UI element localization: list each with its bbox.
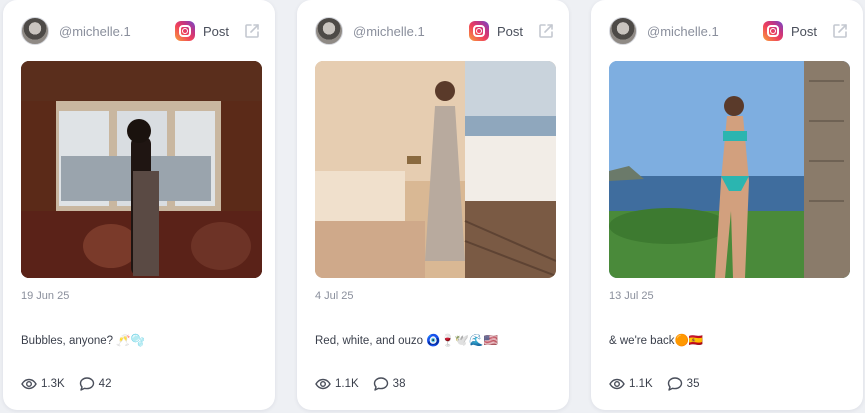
card-header: @michelle.1 Post xyxy=(609,16,849,46)
post-type-label: Post xyxy=(790,23,817,39)
views-stat: 1.1K xyxy=(315,376,359,392)
post-image[interactable] xyxy=(609,61,850,278)
comment-icon xyxy=(373,377,388,391)
post-image[interactable] xyxy=(315,61,556,278)
views-count: 1.3K xyxy=(41,378,65,390)
post-type-label: Post xyxy=(496,23,523,39)
username[interactable]: @michelle.1 xyxy=(353,24,469,39)
post-caption: Bubbles, anyone? 🥂🫧 xyxy=(21,335,145,347)
comments-stat: 35 xyxy=(667,376,700,392)
avatar xyxy=(21,17,49,45)
username[interactable]: @michelle.1 xyxy=(59,24,175,39)
post-date: 4 Jul 25 xyxy=(315,290,354,302)
post-stats: 1.1K 38 xyxy=(315,376,419,392)
username[interactable]: @michelle.1 xyxy=(647,24,763,39)
external-link-icon[interactable] xyxy=(243,22,261,40)
views-stat: 1.1K xyxy=(609,376,653,392)
post-caption: Red, white, and ouzo 🧿🍷🕊️🌊🇺🇸 xyxy=(315,335,498,347)
avatar xyxy=(315,17,343,45)
post-date: 13 Jul 25 xyxy=(609,290,654,302)
eye-icon xyxy=(21,378,37,390)
card-header: @michelle.1 Post xyxy=(315,16,555,46)
post-stats: 1.3K 42 xyxy=(21,376,125,392)
post-type-label: Post xyxy=(202,23,229,39)
views-stat: 1.3K xyxy=(21,376,65,392)
card-header: @michelle.1 Post xyxy=(21,16,261,46)
post-card[interactable]: @michelle.1 Post 19 Jun 25 Bubbles, anyo… xyxy=(3,0,275,410)
external-link-icon[interactable] xyxy=(537,22,555,40)
post-card[interactable]: @michelle.1 Post 13 Jul 25 & we're back🟠… xyxy=(591,0,863,410)
views-count: 1.1K xyxy=(629,378,653,390)
comment-icon xyxy=(667,377,682,391)
instagram-icon xyxy=(762,21,783,41)
post-card[interactable]: @michelle.1 Post 4 Jul 25 Red, white, an… xyxy=(297,0,569,410)
post-date: 19 Jun 25 xyxy=(21,290,70,302)
post-caption: & we're back🟠🇪🇸 xyxy=(609,335,704,347)
external-link-icon[interactable] xyxy=(831,22,849,40)
comments-count: 35 xyxy=(686,378,700,390)
comment-icon xyxy=(79,377,94,391)
instagram-icon xyxy=(174,21,195,41)
views-count: 1.1K xyxy=(335,378,359,390)
post-image[interactable] xyxy=(21,61,262,278)
instagram-icon xyxy=(468,21,489,41)
comments-stat: 38 xyxy=(373,376,406,392)
comments-stat: 42 xyxy=(79,376,112,392)
avatar xyxy=(609,17,637,45)
comments-count: 42 xyxy=(98,378,112,390)
eye-icon xyxy=(609,378,625,390)
comments-count: 38 xyxy=(392,378,406,390)
eye-icon xyxy=(315,378,331,390)
post-stats: 1.1K 35 xyxy=(609,376,713,392)
